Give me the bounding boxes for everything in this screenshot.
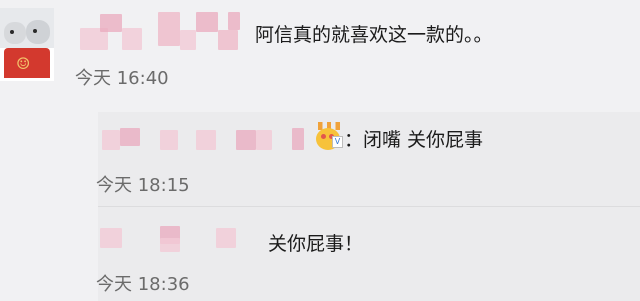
comment-timestamp: 今天 16:40 <box>75 68 169 89</box>
reply-text: 关你屁事！ <box>268 233 364 255</box>
dog-head-left-icon <box>4 22 26 44</box>
avatar-logo: ☺ <box>16 54 31 73</box>
reply-timestamp: 今天 18:15 <box>96 175 190 196</box>
user-avatar[interactable]: ☺ <box>0 8 54 81</box>
reply-timestamp: 今天 18:36 <box>96 274 190 295</box>
dog-head-right-icon <box>26 20 50 44</box>
comment-text: 阿信真的就喜欢这一款的。。 <box>255 24 493 46</box>
crown-face-emoji-icon: V <box>314 122 344 150</box>
reply-text: ：闭嘴 关你屁事 <box>344 129 484 151</box>
